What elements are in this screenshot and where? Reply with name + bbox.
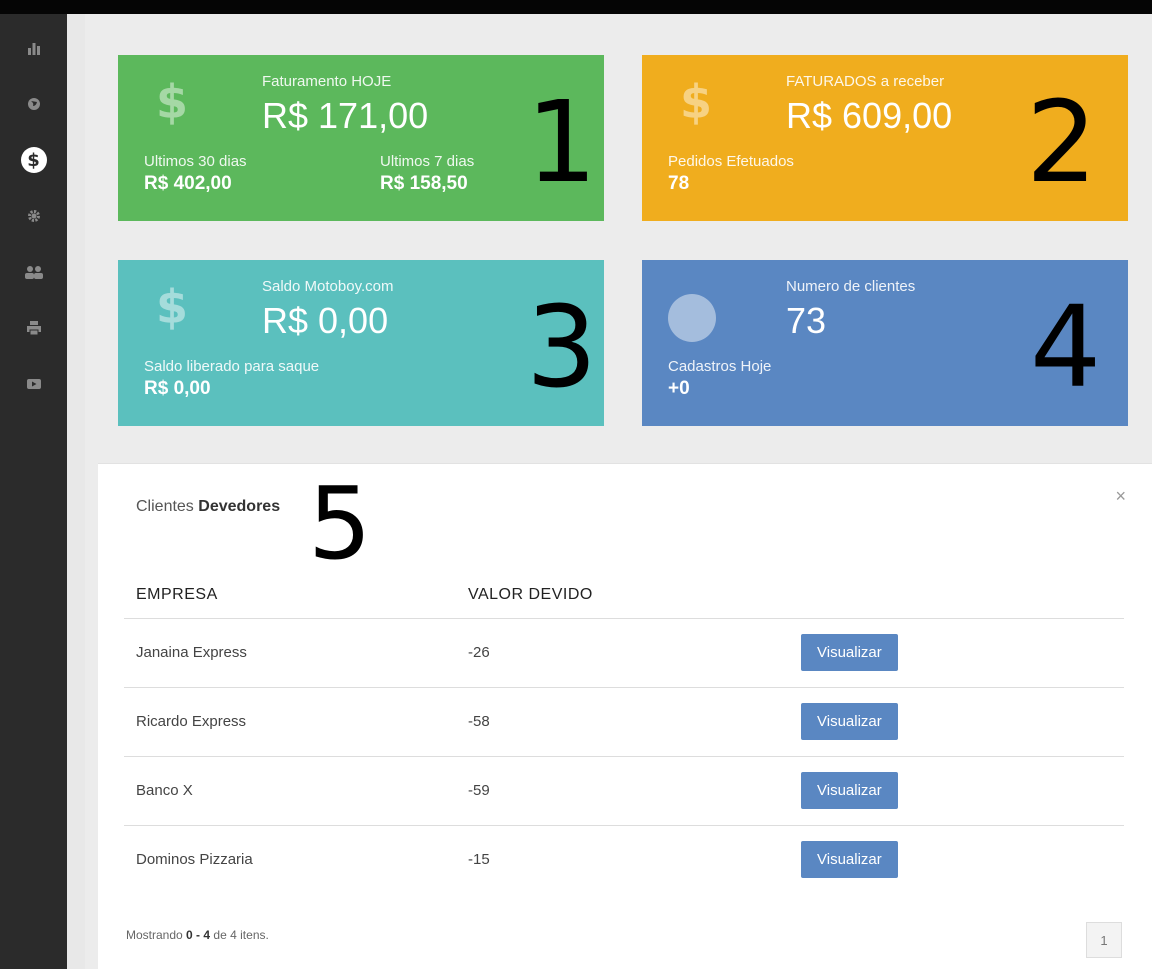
- card-clients: Numero de clientes 73 Cadastros Hoje +0 …: [642, 260, 1128, 426]
- panel-title-bold: Devedores: [198, 498, 281, 515]
- card-label: FATURADOS a receber: [786, 73, 945, 90]
- empresa-cell: Janaina Express: [124, 618, 456, 688]
- last-7-days-value: R$ 158,50: [380, 173, 468, 194]
- table-row: Ricardo Express -58 Visualizar: [124, 687, 1124, 757]
- table-row: Banco X -59 Visualizar: [124, 756, 1124, 826]
- card-today-revenue: $ Faturamento HOJE R$ 171,00 Ultimos 30 …: [118, 55, 604, 221]
- panel-title: Clientes Devedores: [136, 498, 280, 516]
- orders-value: 78: [668, 173, 690, 194]
- users-icon: [24, 266, 43, 279]
- card-amount: R$ 609,00: [786, 95, 953, 136]
- card-label: Numero de clientes: [786, 278, 916, 295]
- actions-cell: Visualizar: [789, 618, 1124, 688]
- valor-cell: -58: [456, 687, 789, 757]
- pagination-summary: Mostrando 0 - 4 de 4 itens.: [126, 928, 269, 942]
- annotation-number: 4: [1030, 283, 1102, 413]
- sidebar-item-print[interactable]: [0, 300, 67, 356]
- valor-cell: -15: [468, 851, 490, 869]
- gear-icon: [27, 210, 40, 222]
- globe-icon: [27, 98, 40, 110]
- signups-today-label: Cadastros Hoje: [668, 358, 772, 375]
- panel-title-prefix: Clientes: [136, 498, 194, 515]
- sidebar-item-globe[interactable]: [0, 76, 67, 132]
- orders-label: Pedidos Efetuados: [668, 153, 794, 170]
- summary-prefix: Mostrando: [126, 928, 183, 942]
- card-balance: $ Saldo Motoboy.com R$ 0,00 Saldo libera…: [118, 260, 604, 426]
- annotation-number: 3: [526, 283, 598, 413]
- withdrawable-balance-value: R$ 0,00: [144, 378, 211, 399]
- page-button-1[interactable]: 1: [1086, 922, 1122, 958]
- actions-cell: Visualizar: [789, 756, 1124, 826]
- last-30-days-value: R$ 402,00: [144, 173, 232, 194]
- table-row: Janaina Express -26 Visualizar: [124, 618, 1124, 688]
- debtors-panel: Clientes Devedores 5 × EMPRESA VALOR DEV…: [98, 463, 1152, 969]
- column-header-valor: VALOR DEVIDO: [456, 572, 789, 619]
- column-header-empresa: EMPRESA: [124, 572, 456, 619]
- summary-suffix: itens.: [240, 928, 269, 942]
- summary-range: 0 - 4: [186, 928, 211, 942]
- printer-icon: [26, 321, 41, 336]
- annotation-number: 1: [526, 78, 598, 208]
- dollar-icon: $: [680, 75, 713, 129]
- sidebar-item-settings[interactable]: [0, 188, 67, 244]
- dollar-icon: $: [156, 280, 189, 334]
- view-button[interactable]: Visualizar: [801, 703, 898, 740]
- card-label: Saldo Motoboy.com: [262, 278, 394, 295]
- debtors-table: EMPRESA VALOR DEVIDO Janaina Express -26…: [124, 572, 1124, 894]
- summary-mid: de: [213, 928, 227, 942]
- actions-cell: Visualizar: [789, 825, 1124, 894]
- annotation-number: 2: [1026, 78, 1098, 208]
- sidebar: $: [0, 14, 67, 969]
- card-amount: R$ 0,00: [262, 300, 389, 341]
- last-7-days-label: Ultimos 7 dias: [380, 153, 475, 170]
- empresa-cell: Ricardo Express: [124, 687, 456, 757]
- card-label: Faturamento HOJE: [262, 73, 392, 90]
- view-button[interactable]: Visualizar: [801, 841, 898, 879]
- card-amount: 73: [786, 300, 827, 341]
- view-button[interactable]: Visualizar: [801, 634, 898, 671]
- actions-cell: Visualizar: [789, 687, 1124, 757]
- last-30-days-label: Ultimos 30 dias: [144, 153, 247, 170]
- withdrawable-balance-label: Saldo liberado para saque: [144, 358, 320, 375]
- sidebar-item-users[interactable]: [0, 244, 67, 300]
- globe-icon: [668, 294, 716, 342]
- empresa-cell: Dominos Pizzaria: [136, 851, 253, 869]
- annotation-number: 5: [308, 465, 372, 582]
- empresa-cell: Banco X: [124, 756, 456, 826]
- column-header-actions: [789, 572, 1124, 619]
- card-receivables: $ FATURADOS a receber R$ 609,00 Pedidos …: [642, 55, 1128, 221]
- valor-cell: -26: [456, 618, 789, 688]
- sidebar-item-stats[interactable]: [0, 20, 67, 76]
- table-header-row: EMPRESA VALOR DEVIDO: [124, 572, 1124, 619]
- card-amount: R$ 171,00: [262, 95, 429, 136]
- close-icon[interactable]: ×: [1115, 486, 1126, 507]
- signups-today-value: +0: [668, 378, 690, 399]
- sidebar-item-video[interactable]: [0, 356, 67, 412]
- valor-cell: -59: [456, 756, 789, 826]
- summary-total: 4: [230, 928, 237, 942]
- video-icon: [26, 379, 41, 389]
- window-top-border: [0, 0, 1152, 14]
- view-button[interactable]: Visualizar: [801, 772, 898, 809]
- dollar-icon: $: [20, 147, 47, 173]
- table-row: Dominos Pizzaria -15 Visualizar: [124, 825, 1124, 894]
- dollar-icon: $: [156, 75, 189, 129]
- sidebar-item-finance[interactable]: $: [0, 132, 67, 188]
- bar-chart-icon: [27, 43, 40, 55]
